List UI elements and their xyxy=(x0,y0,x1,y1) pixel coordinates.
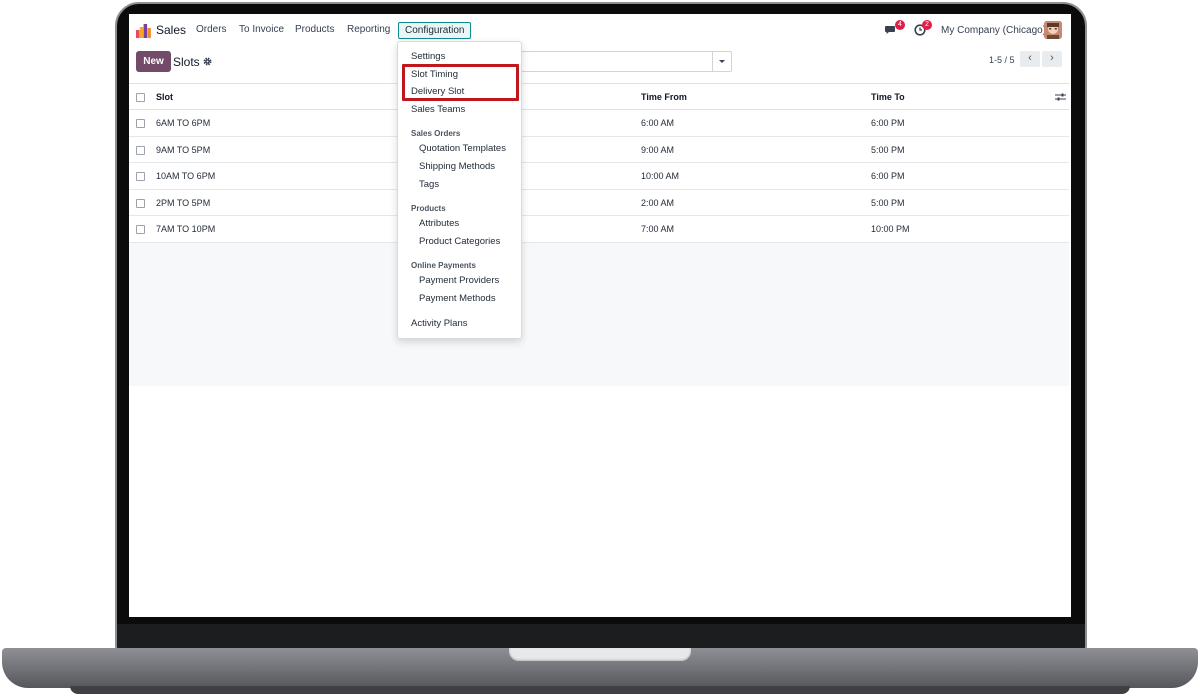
chevron-left-icon: ‹ xyxy=(1028,52,1032,64)
column-options-icon[interactable] xyxy=(1055,92,1066,102)
cell-time-from: 7:00 AM xyxy=(641,224,675,234)
menu-item-activity-plans[interactable]: Activity Plans xyxy=(411,318,468,329)
table-row[interactable]: 10AM TO 6PM 10:00 AM 6:00 PM xyxy=(129,163,1069,190)
search-input[interactable] xyxy=(521,51,732,72)
search-options-toggle[interactable] xyxy=(712,52,731,71)
cell-time-to: 10:00 PM xyxy=(871,224,910,234)
cell-time-from: 9:00 AM xyxy=(641,144,675,155)
table-row[interactable]: 7AM TO 10PM 7:00 AM 10:00 PM xyxy=(129,216,1069,243)
top-navbar: Sales Orders To Invoice Products Reporti… xyxy=(129,14,1071,46)
column-header-time-to[interactable]: Time To xyxy=(871,84,905,110)
row-checkbox[interactable] xyxy=(136,119,145,128)
chevron-right-icon: › xyxy=(1050,52,1054,64)
column-header-time-from[interactable]: Time From xyxy=(641,84,687,110)
cell-time-to: 5:00 PM xyxy=(871,144,905,155)
activities-badge: 2 xyxy=(922,20,932,30)
select-all-checkbox[interactable] xyxy=(136,93,145,102)
menu-orders[interactable]: Orders xyxy=(196,24,227,35)
cell-time-from: 2:00 AM xyxy=(641,197,675,208)
table-header: Slot Time From Time To xyxy=(129,83,1069,110)
menu-item-shipping-methods[interactable]: Shipping Methods xyxy=(419,161,495,172)
menu-products[interactable]: Products xyxy=(295,24,334,35)
user-avatar[interactable] xyxy=(1044,21,1062,39)
menu-item-payment-providers[interactable]: Payment Providers xyxy=(419,275,499,286)
cell-slot: 9AM TO 5PM xyxy=(156,144,211,155)
cell-slot: 10AM TO 6PM xyxy=(156,171,216,181)
slots-table: Slot Time From Time To 6AM TO 6PM 6:00 A… xyxy=(129,83,1069,243)
cell-slot: 6AM TO 6PM xyxy=(156,118,211,128)
messages-badge: 4 xyxy=(895,20,905,30)
table-row[interactable]: 6AM TO 6PM 6:00 AM 6:00 PM xyxy=(129,110,1069,137)
menu-item-payment-methods[interactable]: Payment Methods xyxy=(419,293,496,304)
menu-item-settings[interactable]: Settings xyxy=(411,51,445,62)
menu-item-product-categories[interactable]: Product Categories xyxy=(419,236,500,247)
row-checkbox[interactable] xyxy=(136,225,145,234)
cell-time-to: 6:00 PM xyxy=(871,171,905,181)
cell-time-to: 6:00 PM xyxy=(871,118,905,128)
menu-item-sales-teams[interactable]: Sales Teams xyxy=(411,104,465,115)
section-header-sales-orders: Sales Orders xyxy=(411,129,461,138)
page-title: Slots xyxy=(173,55,200,69)
laptop-notch xyxy=(509,648,691,661)
menu-item-attributes[interactable]: Attributes xyxy=(419,218,459,229)
gear-icon[interactable] xyxy=(203,57,212,66)
cell-slot: 7AM TO 10PM xyxy=(156,224,216,234)
section-header-online-payments: Online Payments xyxy=(411,261,476,270)
pager-previous-button[interactable]: ‹ xyxy=(1020,51,1040,67)
pager-value[interactable]: 1-5 / 5 xyxy=(989,55,1015,65)
cell-time-from: 10:00 AM xyxy=(641,171,680,181)
app-screen: Sales Orders To Invoice Products Reporti… xyxy=(129,14,1071,617)
menu-configuration[interactable]: Configuration xyxy=(398,22,472,39)
pager-next-button[interactable]: › xyxy=(1042,51,1062,67)
company-switcher[interactable]: My Company (Chicago) xyxy=(941,25,1046,36)
table-row[interactable]: 9AM TO 5PM 9:00 AM 5:00 PM xyxy=(129,137,1069,163)
menu-to-invoice[interactable]: To Invoice xyxy=(239,24,284,35)
empty-list-area xyxy=(129,243,1069,386)
laptop-chin xyxy=(117,624,1085,650)
menu-item-tags[interactable]: Tags xyxy=(419,179,439,190)
table-row[interactable]: 2PM TO 5PM 2:00 AM 5:00 PM xyxy=(129,190,1069,216)
row-checkbox[interactable] xyxy=(136,198,145,208)
row-checkbox[interactable] xyxy=(136,172,145,181)
caret-down-icon xyxy=(719,60,725,63)
app-logo-icon[interactable] xyxy=(136,23,151,38)
cell-time-from: 6:00 AM xyxy=(641,118,675,128)
menu-item-quotation-templates[interactable]: Quotation Templates xyxy=(419,143,506,154)
section-header-products: Products xyxy=(411,204,446,213)
menu-reporting[interactable]: Reporting xyxy=(347,24,390,35)
row-checkbox[interactable] xyxy=(136,145,145,155)
app-name[interactable]: Sales xyxy=(156,23,186,37)
laptop-base-edge xyxy=(70,686,1130,694)
new-button[interactable]: New xyxy=(136,51,171,72)
cell-slot: 2PM TO 5PM xyxy=(156,197,211,208)
column-header-slot[interactable]: Slot xyxy=(156,84,173,110)
annotation-highlight-box xyxy=(402,64,519,101)
cell-time-to: 5:00 PM xyxy=(871,197,905,208)
